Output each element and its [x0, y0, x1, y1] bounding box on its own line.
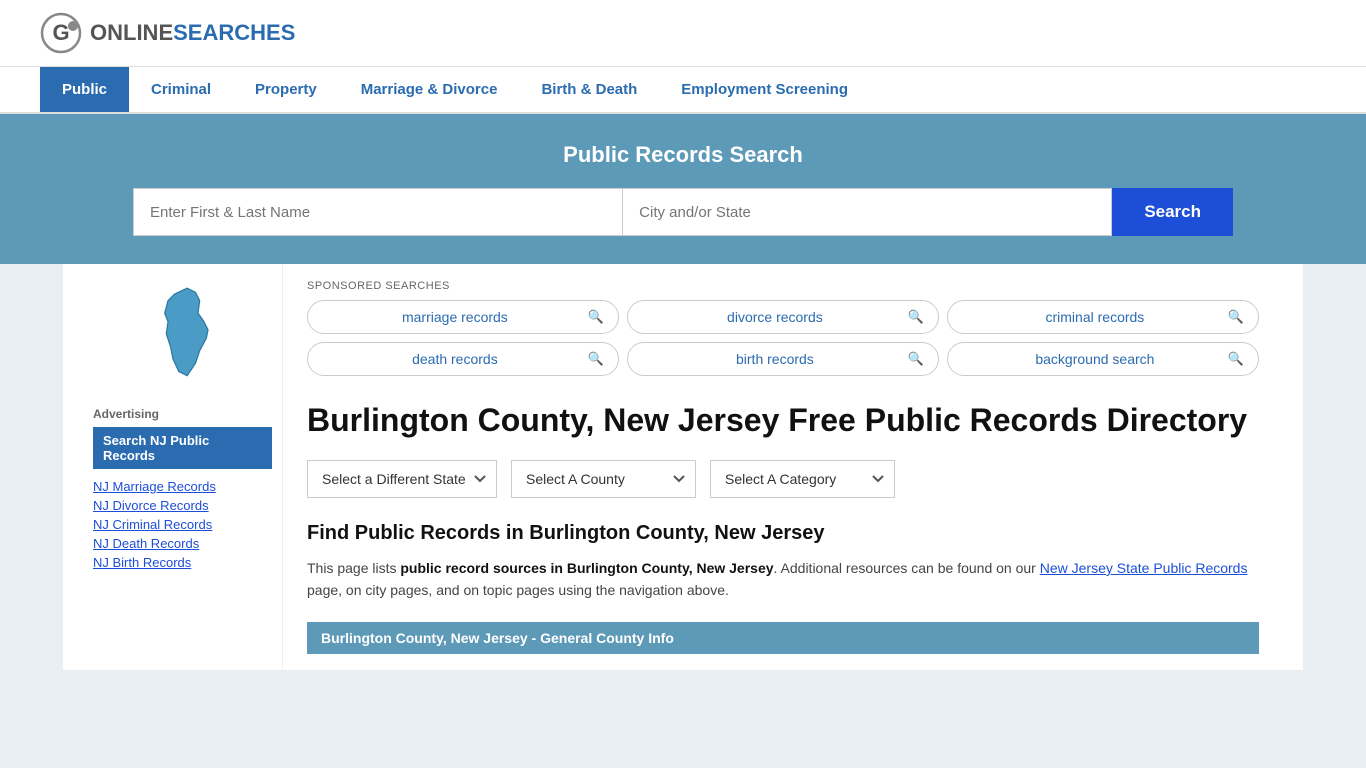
search-icon-death: 🔍 [588, 351, 604, 367]
main-nav: Public Criminal Property Marriage & Divo… [0, 67, 1366, 114]
info-section-bar: Burlington County, New Jersey - General … [307, 622, 1259, 654]
header: G ONLINESEARCHES [0, 0, 1366, 67]
search-button[interactable]: Search [1112, 188, 1233, 236]
main-content: SPONSORED SEARCHES marriage records 🔍 di… [283, 264, 1283, 670]
search-form: Search [133, 188, 1233, 236]
nav-item-marriage-divorce[interactable]: Marriage & Divorce [339, 67, 520, 112]
nj-state-records-link[interactable]: New Jersey State Public Records [1040, 560, 1248, 576]
sidebar: Advertising Search NJ Public Records NJ … [83, 264, 283, 670]
sidebar-link-criminal[interactable]: NJ Criminal Records [93, 517, 272, 532]
nj-map [93, 284, 272, 387]
sidebar-promo-button[interactable]: Search NJ Public Records [93, 427, 272, 469]
sidebar-link-birth[interactable]: NJ Birth Records [93, 555, 272, 570]
find-section-description: This page lists public record sources in… [307, 557, 1259, 602]
sponsored-label: SPONSORED SEARCHES [307, 280, 1259, 292]
pill-birth-records[interactable]: birth records 🔍 [627, 342, 939, 376]
nav-item-employment[interactable]: Employment Screening [659, 67, 870, 112]
search-icon-birth: 🔍 [908, 351, 924, 367]
logo[interactable]: G ONLINESEARCHES [40, 12, 295, 54]
sidebar-link-marriage[interactable]: NJ Marriage Records [93, 479, 272, 494]
nav-item-birth-death[interactable]: Birth & Death [519, 67, 659, 112]
sponsored-searches: marriage records 🔍 divorce records 🔍 cri… [307, 300, 1259, 376]
nav-item-public[interactable]: Public [40, 67, 129, 112]
pill-divorce-records[interactable]: divorce records 🔍 [627, 300, 939, 334]
logo-text: ONLINESEARCHES [90, 20, 295, 46]
svg-text:G: G [52, 20, 69, 45]
pill-criminal-records[interactable]: criminal records 🔍 [947, 300, 1259, 334]
search-icon-marriage: 🔍 [588, 309, 604, 325]
logo-icon: G [40, 12, 82, 54]
search-icon-background: 🔍 [1228, 351, 1244, 367]
search-banner-title: Public Records Search [40, 142, 1326, 168]
state-dropdown[interactable]: Select a Different State [307, 460, 497, 498]
name-input[interactable] [133, 188, 622, 236]
nav-item-property[interactable]: Property [233, 67, 339, 112]
location-input[interactable] [622, 188, 1112, 236]
sidebar-link-divorce[interactable]: NJ Divorce Records [93, 498, 272, 513]
pill-marriage-records[interactable]: marriage records 🔍 [307, 300, 619, 334]
nav-item-criminal[interactable]: Criminal [129, 67, 233, 112]
nj-state-map [143, 284, 223, 384]
pill-death-records[interactable]: death records 🔍 [307, 342, 619, 376]
find-section-heading: Find Public Records in Burlington County… [307, 522, 1259, 545]
county-dropdown[interactable]: Select A County [511, 460, 696, 498]
page-title: Burlington County, New Jersey Free Publi… [307, 400, 1259, 440]
pill-background-search[interactable]: background search 🔍 [947, 342, 1259, 376]
search-icon-divorce: 🔍 [908, 309, 924, 325]
category-dropdown[interactable]: Select A Category [710, 460, 895, 498]
dropdowns-row: Select a Different State Select A County… [307, 460, 1259, 498]
sidebar-advertising-label: Advertising [93, 407, 272, 421]
search-banner: Public Records Search Search [0, 114, 1366, 264]
sidebar-link-death[interactable]: NJ Death Records [93, 536, 272, 551]
main-wrapper: Advertising Search NJ Public Records NJ … [63, 264, 1303, 670]
search-icon-criminal: 🔍 [1228, 309, 1244, 325]
